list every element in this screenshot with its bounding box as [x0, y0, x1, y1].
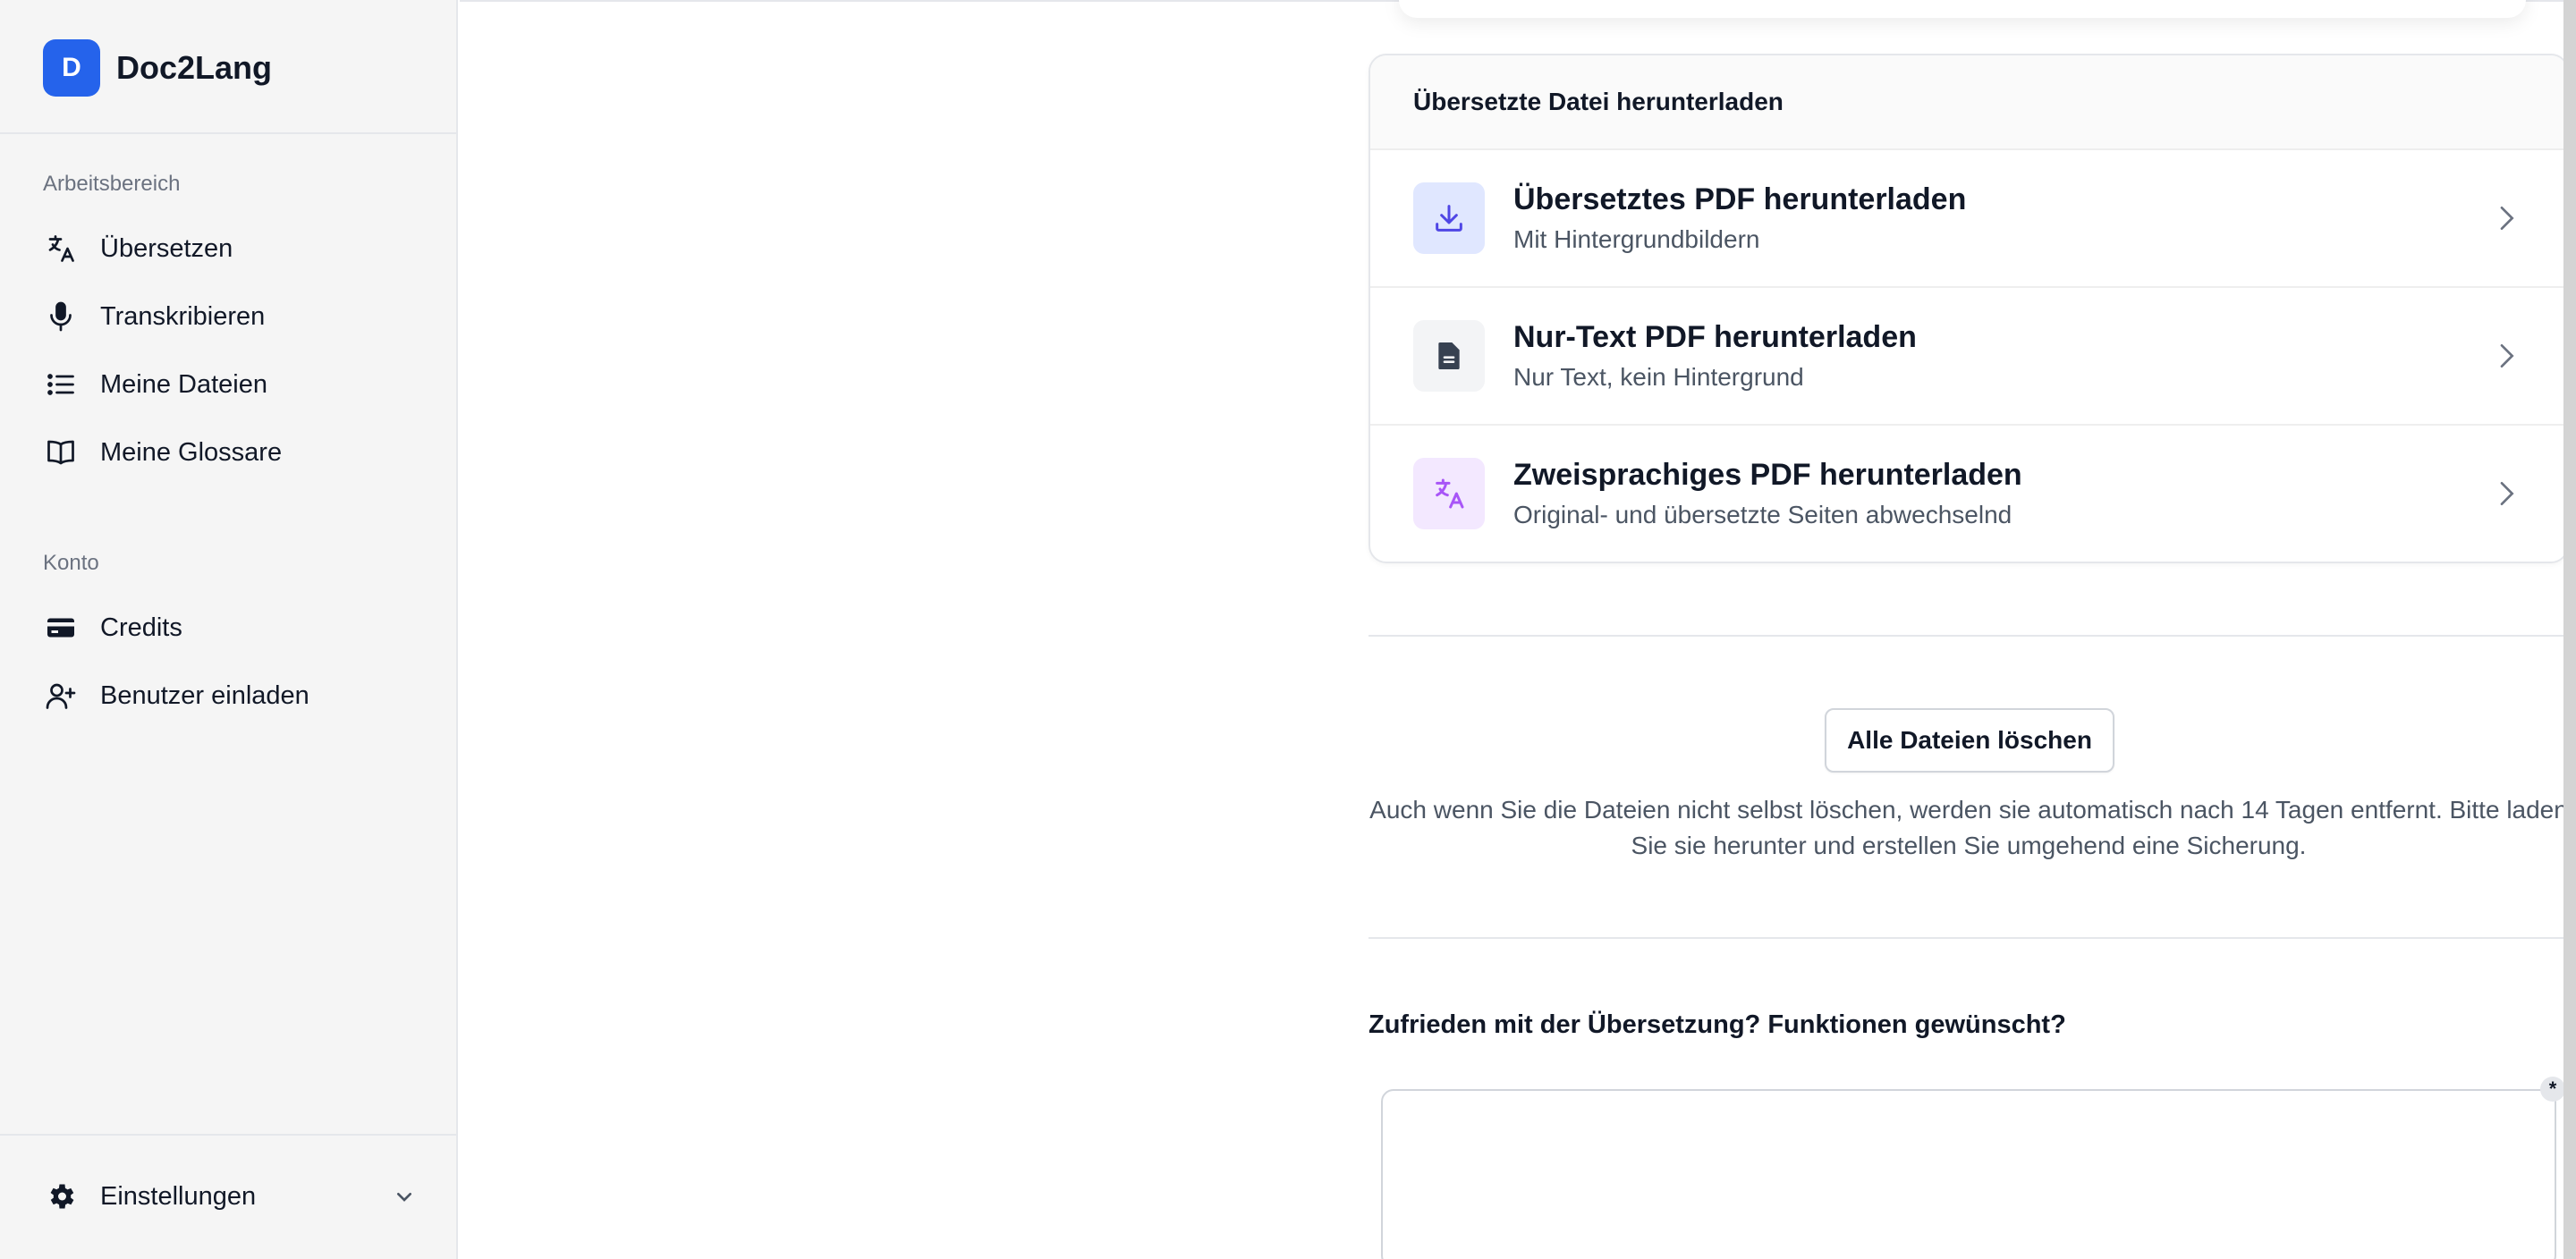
download-icon — [1413, 182, 1485, 254]
sidebar-item-transcribe[interactable]: Transkribieren — [43, 290, 419, 343]
user-plus-icon — [43, 678, 79, 714]
gear-icon — [43, 1179, 79, 1214]
section-label-account: Konto — [43, 551, 99, 575]
download-title: Übersetztes PDF herunterladen — [1513, 182, 1967, 216]
chevron-right-icon — [2500, 207, 2514, 230]
sidebar-item-label: Übersetzen — [100, 233, 233, 263]
sidebar-item-label: Transkribieren — [100, 301, 266, 331]
translate-icon — [1413, 458, 1485, 529]
sidebar-item-label: Credits — [100, 613, 182, 642]
download-card-title: Übersetzte Datei herunterladen — [1370, 55, 2567, 150]
chevron-right-icon — [2500, 482, 2514, 505]
sidebar-item-label: Meine Glossare — [100, 437, 283, 467]
brand[interactable]: D Doc2Lang — [43, 39, 272, 97]
sidebar-item-invite-users[interactable]: Benutzer einladen — [43, 669, 419, 722]
feedback-label: Zufrieden mit der Übersetzung? Funktione… — [1368, 1010, 2066, 1039]
sidebar: D Doc2Lang Arbeitsbereich Übersetzen Tra… — [0, 0, 458, 1259]
previous-card-edge — [1399, 0, 2526, 18]
download-bilingual-pdf[interactable]: Zweisprachiges PDF herunterladen Origina… — [1370, 426, 2567, 562]
delete-all-files-button[interactable]: Alle Dateien löschen — [1825, 708, 2114, 773]
chevron-right-icon — [2500, 344, 2514, 368]
sidebar-item-credits[interactable]: Credits — [43, 601, 419, 655]
brand-logo: D — [43, 39, 100, 97]
window-edge — [2563, 0, 2576, 1259]
chevron-down-icon — [397, 1193, 411, 1202]
translate-icon — [43, 231, 79, 266]
sidebar-item-translate[interactable]: Übersetzen — [43, 222, 419, 275]
sidebar-item-my-files[interactable]: Meine Dateien — [43, 358, 419, 411]
download-subtitle: Nur Text, kein Hintergrund — [1513, 363, 1804, 391]
sidebar-item-label: Meine Dateien — [100, 369, 267, 399]
main-content: Übersetzte Datei herunterladen Übersetzt… — [460, 0, 2569, 1259]
download-translated-pdf[interactable]: Übersetztes PDF herunterladen Mit Hinter… — [1370, 150, 2567, 288]
download-card: Übersetzte Datei herunterladen Übersetzt… — [1368, 54, 2569, 563]
section-label-workspace: Arbeitsbereich — [43, 172, 181, 196]
sidebar-item-my-glossaries[interactable]: Meine Glossare — [43, 426, 419, 479]
download-text-only-pdf[interactable]: Nur-Text PDF herunterladen Nur Text, kei… — [1370, 288, 2567, 426]
brand-name: Doc2Lang — [116, 49, 273, 86]
feedback-textarea[interactable] — [1381, 1089, 2556, 1259]
download-title: Zweisprachiges PDF herunterladen — [1513, 458, 2022, 492]
settings-menu[interactable]: Einstellungen — [43, 1170, 419, 1223]
download-title: Nur-Text PDF herunterladen — [1513, 320, 1917, 354]
settings-label: Einstellungen — [100, 1181, 257, 1211]
divider — [0, 132, 456, 134]
credit-card-icon — [43, 610, 79, 646]
sidebar-item-label: Benutzer einladen — [100, 680, 309, 710]
list-icon — [43, 367, 79, 402]
download-subtitle: Mit Hintergrundbildern — [1513, 225, 1760, 253]
divider — [1368, 937, 2569, 939]
book-icon — [43, 435, 79, 470]
microphone-icon — [43, 299, 79, 334]
download-subtitle: Original- und übersetzte Seiten abwechse… — [1513, 501, 2012, 528]
document-icon — [1413, 320, 1485, 392]
divider — [0, 1134, 456, 1136]
retention-notice: Auch wenn Sie die Dateien nicht selbst l… — [1369, 796, 2568, 859]
divider — [1368, 635, 2569, 637]
required-marker: * — [2540, 1077, 2565, 1102]
